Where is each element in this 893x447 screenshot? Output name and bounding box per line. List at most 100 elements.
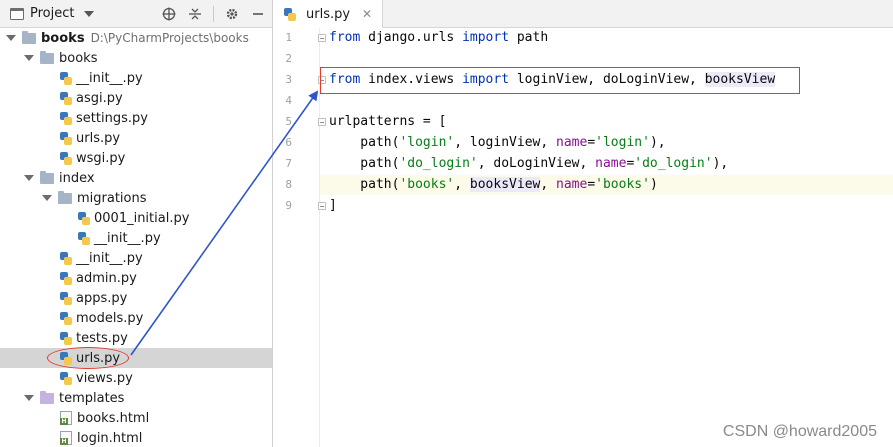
fold-marker-icon[interactable]: [318, 34, 326, 42]
fold-marker-icon[interactable]: [318, 76, 326, 84]
line-number-gutter: 1 2 3 4 5 6 7 8 9: [274, 28, 326, 447]
tree-item-label: admin.py: [76, 270, 137, 286]
tree-folder-books[interactable]: books: [0, 48, 272, 68]
code-token: name: [595, 156, 627, 171]
line-number: 9: [285, 199, 292, 212]
tree-folder-migrations[interactable]: migrations: [0, 188, 272, 208]
tree-file-urls-selected[interactable]: urls.py: [0, 348, 272, 368]
tree-file-item[interactable]: books.html: [0, 408, 272, 428]
code-token: ,: [454, 177, 470, 192]
gear-icon[interactable]: [224, 6, 240, 22]
fold-marker-icon[interactable]: [318, 202, 326, 210]
tree-file-item[interactable]: models.py: [0, 308, 272, 328]
code-token: 'do_login': [399, 156, 478, 171]
tree-file-item[interactable]: urls.py: [0, 128, 272, 148]
code-token: path(: [329, 156, 400, 171]
folder-icon: [40, 390, 54, 404]
line-number: 5: [285, 115, 292, 128]
code-token: path(: [329, 177, 400, 192]
code-token: import: [462, 72, 510, 87]
tree-item-label: tests.py: [76, 330, 128, 346]
code-line-9: ]: [329, 196, 893, 216]
folder-icon: [40, 50, 54, 64]
python-file-icon: [78, 211, 90, 225]
project-path: D:\PyCharmProjects\books: [90, 31, 249, 45]
tree-item-label: apps.py: [76, 290, 128, 306]
tab-urls-py[interactable]: urls.py ✕: [274, 0, 384, 28]
tree-folder-templates[interactable]: templates: [0, 388, 272, 408]
tree-file-item[interactable]: apps.py: [0, 288, 272, 308]
tree-root-books[interactable]: books D:\PyCharmProjects\books: [0, 28, 272, 48]
project-header: Project: [0, 0, 272, 28]
close-icon[interactable]: ✕: [362, 7, 372, 21]
tree-file-item[interactable]: 0001_initial.py: [0, 208, 272, 228]
tree-file-item[interactable]: asgi.py: [0, 88, 272, 108]
python-file-icon: [60, 351, 72, 365]
code-token: ,: [540, 177, 557, 192]
python-file-icon: [60, 71, 72, 85]
tree-folder-index[interactable]: index: [0, 168, 272, 188]
code-token: =: [587, 135, 596, 150]
python-file-icon: [60, 291, 72, 305]
code-token: ]: [329, 198, 337, 213]
python-file-icon: [60, 251, 72, 265]
code-token: 'login': [399, 135, 455, 150]
line-number: 4: [285, 94, 292, 107]
project-view-selector[interactable]: Project: [10, 6, 95, 21]
tree-item-label: asgi.py: [76, 90, 123, 106]
code-token: ): [649, 177, 658, 192]
code-token: 'books': [399, 177, 455, 192]
code-token: name: [556, 135, 588, 150]
collapse-all-icon[interactable]: [187, 6, 203, 22]
python-file-icon: [60, 131, 72, 145]
tree-file-item[interactable]: login.html: [0, 428, 272, 447]
html-file-icon: [60, 431, 72, 445]
python-file-icon: [78, 231, 90, 245]
tree-file-item[interactable]: __init__.py: [0, 68, 272, 88]
tree-file-item[interactable]: tests.py: [0, 328, 272, 348]
hide-icon[interactable]: [250, 6, 266, 22]
chevron-down-icon[interactable]: [24, 175, 34, 181]
chevron-down-icon: [84, 10, 95, 17]
tree-file-item[interactable]: views.py: [0, 368, 272, 388]
python-file-icon: [60, 151, 72, 165]
toolbar-divider: [213, 6, 214, 22]
python-file-icon: [60, 311, 72, 325]
globe-icon[interactable]: [161, 6, 177, 22]
python-file-icon: [60, 91, 72, 105]
tree-item-label: books.html: [77, 410, 150, 426]
tree-file-item[interactable]: wsgi.py: [0, 148, 272, 168]
code-line-7: path('do_login', doLoginView, name='do_l…: [329, 154, 893, 174]
code-token: booksView: [704, 72, 776, 87]
tree-item-label: books: [59, 50, 98, 66]
python-file-icon: [60, 371, 72, 385]
tree-file-item[interactable]: admin.py: [0, 268, 272, 288]
folder-icon: [40, 170, 54, 184]
code-token: ),: [712, 156, 729, 171]
chevron-down-icon[interactable]: [24, 395, 34, 401]
code-token: 'books': [595, 177, 650, 192]
tree-file-item[interactable]: settings.py: [0, 108, 272, 128]
line-number: 7: [285, 157, 292, 170]
fold-marker-icon[interactable]: [318, 118, 326, 126]
code-line-5: urlpatterns = [: [329, 112, 893, 132]
chevron-down-icon[interactable]: [24, 55, 34, 61]
tree-file-item[interactable]: __init__.py: [0, 248, 272, 268]
tree-item-label: migrations: [77, 190, 147, 206]
project-window-icon: [10, 7, 24, 20]
line-number: 6: [285, 136, 292, 149]
chevron-down-icon[interactable]: [42, 195, 52, 201]
project-tree: books D:\PyCharmProjects\books books __i…: [0, 28, 272, 447]
tree-item-label: views.py: [76, 370, 133, 386]
code-token: booksView: [469, 177, 541, 192]
tree-file-item[interactable]: __init__.py: [0, 228, 272, 248]
line-number: 3: [285, 73, 292, 86]
code-token: path: [509, 30, 549, 45]
python-file-icon: [284, 7, 296, 21]
code-line-6: path('login', loginView, name='login'),: [329, 133, 893, 153]
tree-item-label: templates: [59, 390, 125, 406]
code-token: urlpatterns = [: [329, 114, 447, 129]
tree-item-label: __init__.py: [76, 250, 143, 266]
chevron-down-icon[interactable]: [6, 35, 16, 41]
python-file-icon: [60, 271, 72, 285]
